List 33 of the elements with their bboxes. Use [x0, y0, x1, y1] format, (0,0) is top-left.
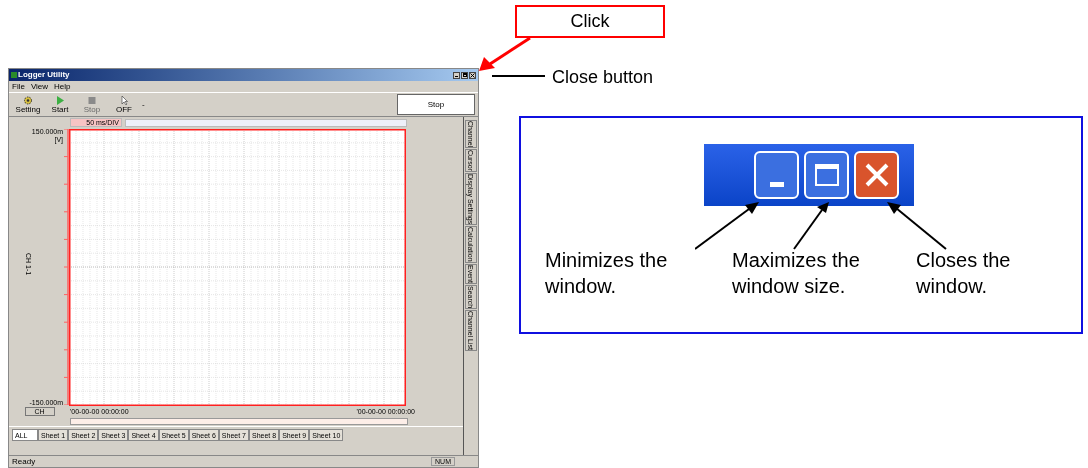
pointer-arrow — [695, 202, 759, 250]
horizontal-scrollbar[interactable] — [70, 418, 408, 425]
leader-line — [492, 75, 545, 77]
toolbar-button[interactable]: Start — [44, 93, 76, 116]
close-icon — [863, 162, 890, 188]
status-text: Ready — [12, 457, 36, 466]
button-caption: Minimizes the window. — [545, 248, 669, 299]
close-icon[interactable] — [469, 71, 476, 79]
menu-item[interactable]: File — [12, 82, 25, 91]
minimize-icon[interactable] — [453, 71, 460, 79]
menu-item[interactable]: Help — [54, 82, 71, 91]
toolbar-button[interactable]: OFF — [108, 93, 140, 116]
maximize-button[interactable] — [804, 151, 849, 199]
click-arrow — [478, 37, 532, 73]
pointer-arrow — [887, 202, 947, 250]
stop-icon — [87, 95, 97, 105]
toolbar-button[interactable]: Setting — [12, 93, 44, 116]
click-callout: Click — [515, 5, 665, 38]
play-icon — [55, 95, 65, 105]
gear-icon — [23, 95, 33, 105]
menu-item[interactable]: View — [30, 82, 49, 91]
window-title: Logger Utility — [18, 71, 70, 79]
toolbar-dropdown[interactable]: - — [142, 100, 145, 109]
minimize-button[interactable] — [754, 151, 799, 199]
button-caption: Maximizes the window size. — [732, 248, 861, 299]
close-button[interactable] — [854, 151, 899, 199]
app-icon — [11, 72, 17, 78]
maximize-icon[interactable] — [461, 71, 468, 79]
cursor-icon — [119, 95, 129, 105]
close-button-label: Close button — [552, 66, 654, 89]
status-panel: Stop — [397, 94, 475, 115]
button-caption: Closes the window. — [916, 248, 1012, 299]
pointer-arrow — [793, 202, 829, 250]
